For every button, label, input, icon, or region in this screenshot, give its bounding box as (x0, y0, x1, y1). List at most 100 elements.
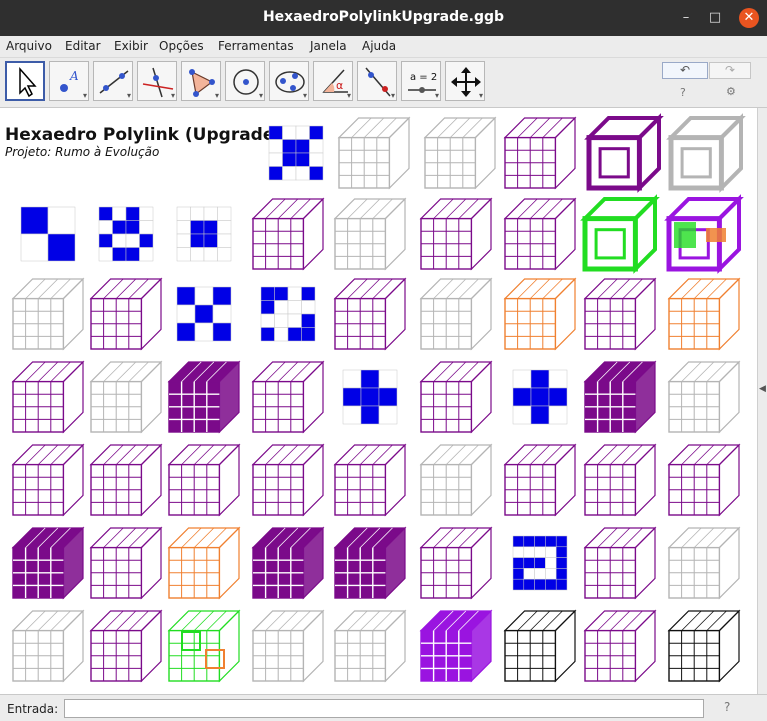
hexahedron-thumbnail (89, 443, 163, 517)
hexahedron-thumbnail (89, 360, 163, 434)
hexahedron-gallery (11, 113, 746, 683)
input-help-icon[interactable]: ? (724, 700, 730, 714)
hexahedron-thumbnail (664, 194, 744, 274)
move-tool-button[interactable] (5, 61, 45, 101)
hexahedron-thumbnail (419, 277, 493, 351)
help-icon[interactable]: ? (680, 86, 686, 99)
hexahedron-thumbnail (667, 277, 741, 351)
hexahedron-thumbnail (251, 609, 325, 683)
close-icon[interactable]: ✕ (739, 8, 759, 28)
input-bar: Entrada: ? (0, 694, 767, 721)
hexahedron-thumbnail (11, 443, 85, 517)
hexahedron-thumbnail (176, 206, 232, 262)
hexahedron-thumbnail (584, 113, 664, 193)
polygon-tool-button[interactable]: ▾ (181, 61, 221, 101)
hexahedron-thumbnail (11, 609, 85, 683)
window-title: HexaedroPolylinkUpgrade.ggb (262, 9, 505, 25)
menu-exibir[interactable]: Exibir (114, 39, 148, 53)
hexahedron-thumbnail (251, 526, 325, 600)
svg-text:a = 2: a = 2 (410, 72, 437, 83)
svg-text:α: α (336, 79, 343, 92)
menu-arquivo[interactable]: Arquivo (6, 39, 52, 53)
toolbar: A ▾ ▾ ▾ ▾ ▾ ▾ α ▾ ▾ a = 2 ▾ ▾ ↶ ↷ ? ⚙ (0, 58, 767, 108)
line-tool-button[interactable]: ▾ (93, 61, 133, 101)
hexahedron-thumbnail (333, 197, 407, 271)
hexahedron-thumbnail (333, 277, 407, 351)
hexahedron-thumbnail (89, 609, 163, 683)
hexahedron-thumbnail (419, 360, 493, 434)
hexahedron-thumbnail (167, 360, 241, 434)
svg-text:A: A (69, 69, 79, 83)
side-panel-toggle[interactable]: ◀ (757, 108, 767, 694)
hexahedron-thumbnail (251, 360, 325, 434)
hexahedron-thumbnail (583, 360, 657, 434)
hexahedron-thumbnail (419, 526, 493, 600)
hexahedron-thumbnail (11, 526, 85, 600)
hexahedron-thumbnail (667, 609, 741, 683)
menu-bar: Arquivo Editar Exibir Opções Ferramentas… (0, 36, 767, 58)
settings-icon[interactable]: ⚙ (726, 85, 736, 98)
menu-ferramentas[interactable]: Ferramentas (218, 39, 294, 53)
menu-opcoes[interactable]: Opções (159, 39, 204, 53)
hexahedron-thumbnail (666, 113, 746, 193)
conic-tool-button[interactable]: ▾ (269, 61, 309, 101)
hexahedron-thumbnail (333, 526, 407, 600)
hexahedron-thumbnail (11, 360, 85, 434)
input-label: Entrada: (7, 702, 59, 716)
hexahedron-thumbnail (333, 609, 407, 683)
hexahedron-thumbnail (20, 206, 76, 262)
undo-button[interactable]: ↶ (662, 62, 708, 79)
expand-arrow-icon[interactable]: ◀ (759, 384, 766, 394)
hexahedron-thumbnail (260, 286, 316, 342)
hexahedron-thumbnail (337, 116, 411, 190)
minimize-icon[interactable]: – (676, 8, 696, 28)
hexahedron-thumbnail (503, 197, 577, 271)
hexahedron-thumbnail (512, 535, 568, 591)
input-field[interactable] (64, 699, 704, 718)
move-view-tool-button[interactable]: ▾ (445, 61, 485, 101)
hexahedron-thumbnail (503, 116, 577, 190)
title-bar: HexaedroPolylinkUpgrade.ggb – □ ✕ (0, 0, 767, 36)
hexahedron-thumbnail (167, 443, 241, 517)
hexahedron-thumbnail (423, 116, 497, 190)
hexahedron-thumbnail (667, 526, 741, 600)
menu-janela[interactable]: Janela (310, 39, 347, 53)
menu-editar[interactable]: Editar (65, 39, 101, 53)
hexahedron-thumbnail (419, 609, 493, 683)
hexahedron-thumbnail (419, 197, 493, 271)
redo-button[interactable]: ↷ (709, 62, 751, 79)
hexahedron-thumbnail (342, 369, 398, 425)
hexahedron-thumbnail (503, 277, 577, 351)
reflect-tool-button[interactable]: ▾ (357, 61, 397, 101)
hexahedron-thumbnail (251, 443, 325, 517)
hexahedron-thumbnail (503, 609, 577, 683)
hexahedron-thumbnail (333, 443, 407, 517)
slider-tool-button[interactable]: a = 2 ▾ (401, 61, 441, 101)
hexahedron-thumbnail (89, 277, 163, 351)
hexahedron-thumbnail (419, 443, 493, 517)
hexahedron-thumbnail (583, 526, 657, 600)
circle-tool-button[interactable]: ▾ (225, 61, 265, 101)
hexahedron-thumbnail (667, 443, 741, 517)
graphics-view[interactable]: Hexaedro Polylink (Upgrade) Projeto: Rum… (0, 108, 757, 694)
hexahedron-thumbnail (583, 443, 657, 517)
hexahedron-thumbnail (583, 609, 657, 683)
point-tool-button[interactable]: A ▾ (49, 61, 89, 101)
maximize-icon[interactable]: □ (705, 8, 725, 28)
hexahedron-thumbnail (167, 526, 241, 600)
hexahedron-thumbnail (98, 206, 154, 262)
perpendicular-tool-button[interactable]: ▾ (137, 61, 177, 101)
move-tool-icon (19, 67, 37, 98)
hexahedron-thumbnail (11, 277, 85, 351)
angle-tool-button[interactable]: α ▾ (313, 61, 353, 101)
hexahedron-thumbnail (176, 286, 232, 342)
menu-ajuda[interactable]: Ajuda (362, 39, 396, 53)
hexahedron-thumbnail (503, 443, 577, 517)
hexahedron-thumbnail (89, 526, 163, 600)
hexahedron-thumbnail (580, 194, 660, 274)
hexahedron-thumbnail (512, 369, 568, 425)
hexahedron-thumbnail (268, 125, 324, 181)
hexahedron-thumbnail (251, 197, 325, 271)
hexahedron-thumbnail (583, 277, 657, 351)
hexahedron-thumbnail (667, 360, 741, 434)
